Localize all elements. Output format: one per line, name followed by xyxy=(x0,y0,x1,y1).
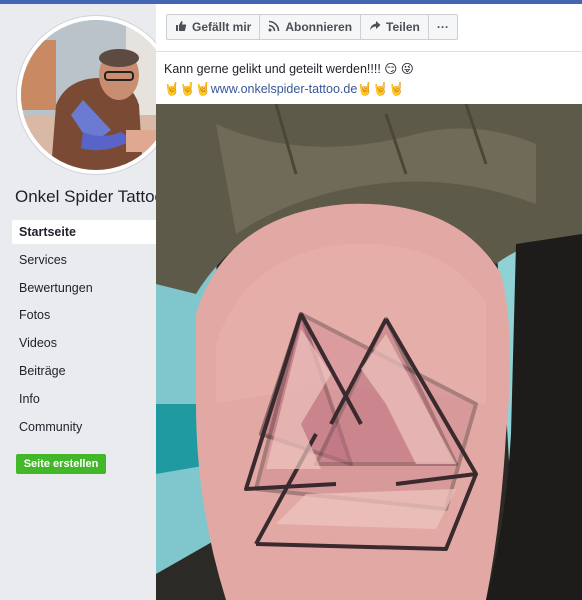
nav-item-beitraege[interactable]: Beiträge xyxy=(12,359,173,383)
thumbs-up-icon xyxy=(175,20,187,35)
more-options-button[interactable]: ··· xyxy=(429,15,457,39)
website-link[interactable]: www.onkelspider-tattoo.de xyxy=(211,82,358,96)
tattoo-photo-image xyxy=(156,104,582,600)
subscribe-button[interactable]: Abonnieren xyxy=(260,15,362,39)
main-column: Gefällt mir Abonnieren Teilen ··· Kann g… xyxy=(156,4,582,600)
profile-photo-image xyxy=(21,20,171,170)
page-title: Onkel Spider Tattoo xyxy=(15,187,160,206)
nav-item-startseite[interactable]: Startseite xyxy=(12,220,173,244)
page-action-bar: Gefällt mir Abonnieren Teilen ··· xyxy=(166,14,458,40)
post-photo[interactable] xyxy=(156,104,582,600)
nav-item-fotos[interactable]: Fotos xyxy=(12,303,173,327)
share-arrow-icon xyxy=(369,20,381,35)
nav-item-videos[interactable]: Videos xyxy=(12,331,173,355)
share-button-label: Teilen xyxy=(386,20,420,34)
nav-item-bewertungen[interactable]: Bewertungen xyxy=(12,276,173,300)
nav-item-info[interactable]: Info xyxy=(12,387,173,411)
left-column: Onkel Spider Tattoo Startseite Services … xyxy=(0,4,175,600)
post-text: Kann gerne gelikt und geteilt werden!!!!… xyxy=(164,62,414,76)
post-link-line: 🤘🤘🤘www.onkelspider-tattoo.de🤘🤘🤘 xyxy=(164,79,404,99)
subscribe-button-label: Abonnieren xyxy=(285,20,353,34)
page-nav: Startseite Services Bewertungen Fotos Vi… xyxy=(12,220,173,442)
nav-item-services[interactable]: Services xyxy=(12,248,173,272)
post-link-prefix: 🤘🤘🤘 xyxy=(164,82,211,96)
rss-icon xyxy=(268,20,280,35)
create-page-button[interactable]: Seite erstellen xyxy=(16,454,106,474)
nav-item-community[interactable]: Community xyxy=(12,415,173,439)
like-button[interactable]: Gefällt mir xyxy=(167,15,261,39)
share-button[interactable]: Teilen xyxy=(361,15,429,39)
post-link-suffix: 🤘🤘🤘 xyxy=(357,82,405,96)
divider xyxy=(156,51,582,52)
more-icon: ··· xyxy=(436,20,449,34)
profile-picture[interactable] xyxy=(17,16,175,174)
like-button-label: Gefällt mir xyxy=(192,20,252,34)
